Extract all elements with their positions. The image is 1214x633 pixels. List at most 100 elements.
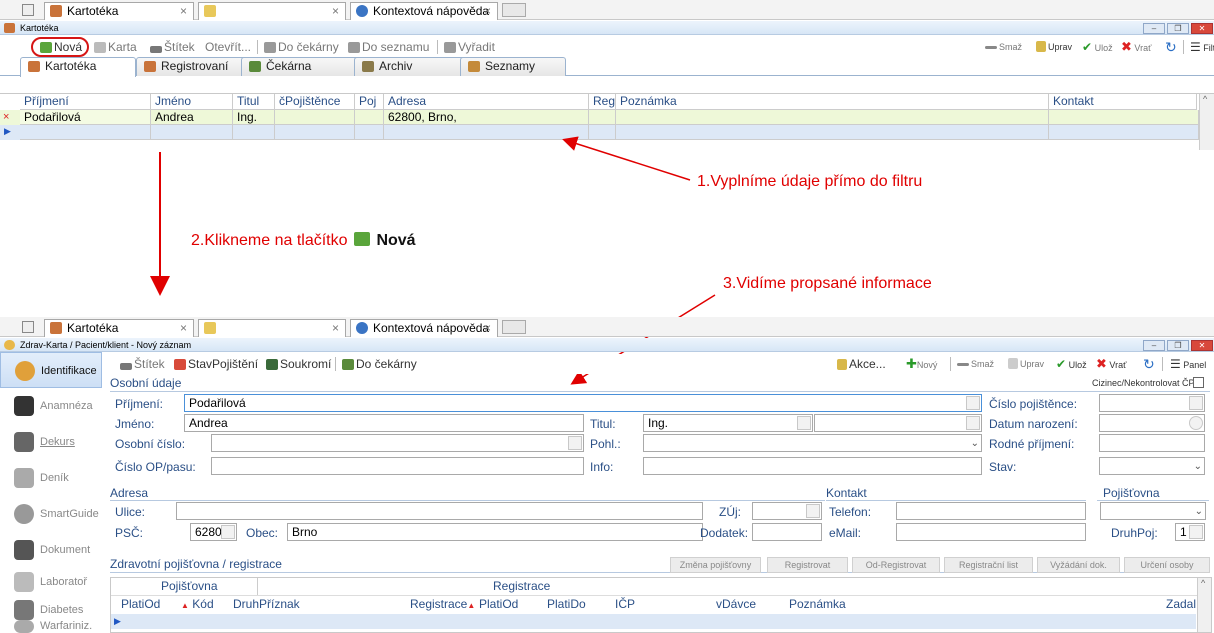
scrollbar[interactable]: ^ bbox=[1197, 578, 1211, 632]
calendar-icon[interactable] bbox=[1189, 416, 1203, 430]
panel-button[interactable]: ☰ Panel bbox=[1170, 354, 1206, 375]
restore-button[interactable]: ❐ bbox=[1167, 340, 1189, 351]
email-field[interactable] bbox=[896, 523, 1086, 541]
close-button[interactable]: ✕ bbox=[1191, 340, 1213, 351]
druhpoj-field[interactable]: 1 bbox=[1175, 523, 1205, 541]
novy-button[interactable]: ✚Nový bbox=[906, 354, 937, 375]
sidebar-item-dekurs[interactable]: Dekurs bbox=[0, 424, 102, 460]
psc-field[interactable]: 62800 bbox=[190, 523, 237, 541]
sidebar-item-identifikace[interactable]: Identifikace bbox=[0, 352, 102, 388]
stav-select[interactable]: ⌄ bbox=[1099, 457, 1205, 475]
cislo-pojistence-field[interactable] bbox=[1099, 394, 1205, 412]
column-header[interactable]: Zadal bbox=[1166, 597, 1196, 612]
column-header[interactable]: vDávce bbox=[716, 597, 756, 612]
pohl-select[interactable]: ⌄ bbox=[643, 434, 982, 452]
registrovat-button[interactable]: Registrovat bbox=[767, 557, 848, 573]
pick-icon[interactable] bbox=[966, 416, 980, 430]
urceni-osoby-button[interactable]: Určení osoby bbox=[1124, 557, 1210, 573]
stav-pojisteni-button[interactable]: StavPojištění bbox=[174, 354, 258, 374]
sidebar-item-smartguide[interactable]: SmartGuide bbox=[0, 496, 102, 532]
datum-narozeni-field[interactable] bbox=[1099, 414, 1205, 432]
zuj-field[interactable] bbox=[752, 502, 822, 520]
dodatek-field[interactable] bbox=[752, 523, 822, 541]
pick-icon[interactable] bbox=[221, 525, 235, 539]
section-pojistovna: Pojišťovna bbox=[1103, 486, 1160, 500]
chevron-down-icon[interactable]: ⌄ bbox=[1194, 459, 1202, 474]
privacy-icon bbox=[266, 359, 278, 370]
close-icon[interactable]: × bbox=[484, 320, 491, 336]
column-header[interactable]: Druh bbox=[233, 597, 259, 612]
osobni-cislo-field[interactable] bbox=[211, 434, 584, 452]
jmeno-field[interactable]: Andrea bbox=[184, 414, 584, 432]
titul-field[interactable]: Ing. bbox=[643, 414, 813, 432]
chevron-down-icon[interactable]: ⌄ bbox=[1195, 504, 1203, 519]
vrat-button[interactable]: ✖ Vrať bbox=[1096, 354, 1126, 375]
rodne-prijmeni-label: Rodné příjmení: bbox=[989, 437, 1075, 451]
row-divider bbox=[111, 595, 1211, 596]
waiting-room-icon bbox=[342, 359, 354, 370]
column-header[interactable]: Poznámka bbox=[789, 597, 846, 612]
pick-icon[interactable] bbox=[806, 504, 820, 518]
column-header[interactable]: Příznak bbox=[259, 597, 300, 612]
pick-icon[interactable] bbox=[966, 396, 980, 410]
info-field[interactable] bbox=[643, 457, 982, 475]
stitek-button[interactable]: Štítek bbox=[120, 354, 165, 374]
section-zp-registrace: Zdravotní pojišťovna / registrace bbox=[110, 557, 282, 571]
chevron-up-icon[interactable]: ^ bbox=[1201, 578, 1205, 588]
rodne-prijmeni-field[interactable] bbox=[1099, 434, 1205, 452]
new-tab-icon[interactable] bbox=[502, 320, 526, 334]
pick-icon[interactable] bbox=[1189, 525, 1203, 539]
pick-icon[interactable] bbox=[1189, 396, 1203, 410]
person-icon bbox=[15, 361, 35, 381]
medical-cross-icon bbox=[14, 396, 34, 416]
bottom-toolbar: Štítek StavPojištění Soukromí Do čekárny… bbox=[110, 354, 1214, 374]
sidebar-item-denik[interactable]: Deník bbox=[0, 460, 102, 496]
sidebar-item-laborator[interactable]: Laboratoř bbox=[0, 564, 102, 600]
browser-tab-blank[interactable]: × bbox=[198, 319, 346, 337]
sidebar-item-warfariniz[interactable]: Warfariniz. bbox=[0, 620, 102, 633]
column-header[interactable]: PlatiOd bbox=[121, 597, 160, 612]
column-header[interactable]: PlatiDo bbox=[547, 597, 586, 612]
prijmeni-field[interactable]: Podařilová bbox=[184, 394, 982, 412]
browser-tab-kartoteka[interactable]: Kartotéka × bbox=[44, 319, 194, 337]
section-adresa: Adresa bbox=[110, 486, 149, 500]
minimize-button[interactable]: – bbox=[1143, 340, 1165, 351]
section-divider bbox=[826, 500, 1086, 501]
cislo-op-field[interactable] bbox=[211, 457, 584, 475]
column-header[interactable]: IČP bbox=[615, 597, 635, 612]
browser-tab-napoveda[interactable]: Kontextová nápověda × bbox=[350, 319, 498, 337]
telefon-field[interactable] bbox=[896, 502, 1086, 520]
close-icon[interactable]: × bbox=[180, 320, 187, 336]
menu-icon[interactable] bbox=[22, 321, 34, 333]
chevron-down-icon[interactable]: ⌄ bbox=[971, 436, 979, 451]
window-title-bar-bottom: Zdrav-Karta / Pacient/klient - Nový zázn… bbox=[0, 338, 1214, 352]
titul-za-field[interactable] bbox=[814, 414, 982, 432]
akce-button[interactable]: Akce... bbox=[837, 354, 886, 374]
table-row[interactable]: ▶ bbox=[111, 614, 1196, 629]
sidebar-item-anamneza[interactable]: Anamnéza bbox=[0, 388, 102, 424]
uloz-button[interactable]: ✔ Ulož bbox=[1056, 354, 1087, 375]
refresh-icon[interactable]: ↻ bbox=[1143, 354, 1155, 374]
sidebar-item-dokument[interactable]: Dokument bbox=[0, 532, 102, 568]
pick-icon[interactable] bbox=[568, 436, 582, 450]
uprav-button[interactable]: Uprav bbox=[1008, 354, 1044, 374]
close-icon[interactable]: × bbox=[332, 320, 339, 336]
zmena-pojistovny-button[interactable]: Změna pojišťovny bbox=[670, 557, 761, 573]
do-cekarny-button[interactable]: Do čekárny bbox=[342, 354, 417, 374]
ulice-field[interactable] bbox=[176, 502, 703, 520]
vyzadani-dok-button[interactable]: Vyžádání dok. bbox=[1037, 557, 1120, 573]
od-registrovat-button[interactable]: Od-Registrovat bbox=[852, 557, 940, 573]
column-header[interactable]: ▲ Kód bbox=[181, 597, 214, 613]
pick-icon[interactable] bbox=[797, 416, 811, 430]
registracni-list-button[interactable]: Registrační list bbox=[944, 557, 1033, 573]
smaz-button[interactable]: Smaž bbox=[957, 354, 994, 374]
column-header[interactable]: PlatiOd bbox=[479, 597, 518, 612]
section-divider bbox=[1097, 500, 1209, 501]
soukromi-button[interactable]: Soukromí bbox=[266, 354, 331, 374]
section-kontakt: Kontakt bbox=[826, 486, 867, 500]
cizinec-checkbox[interactable] bbox=[1193, 377, 1204, 388]
column-header[interactable]: Registrace▲ bbox=[410, 597, 475, 613]
pojistovna-select[interactable]: ⌄ bbox=[1100, 502, 1206, 520]
annotation-step1: 1.Vyplníme údaje přímo do filtru bbox=[697, 173, 923, 190]
obec-field[interactable]: Brno bbox=[287, 523, 703, 541]
